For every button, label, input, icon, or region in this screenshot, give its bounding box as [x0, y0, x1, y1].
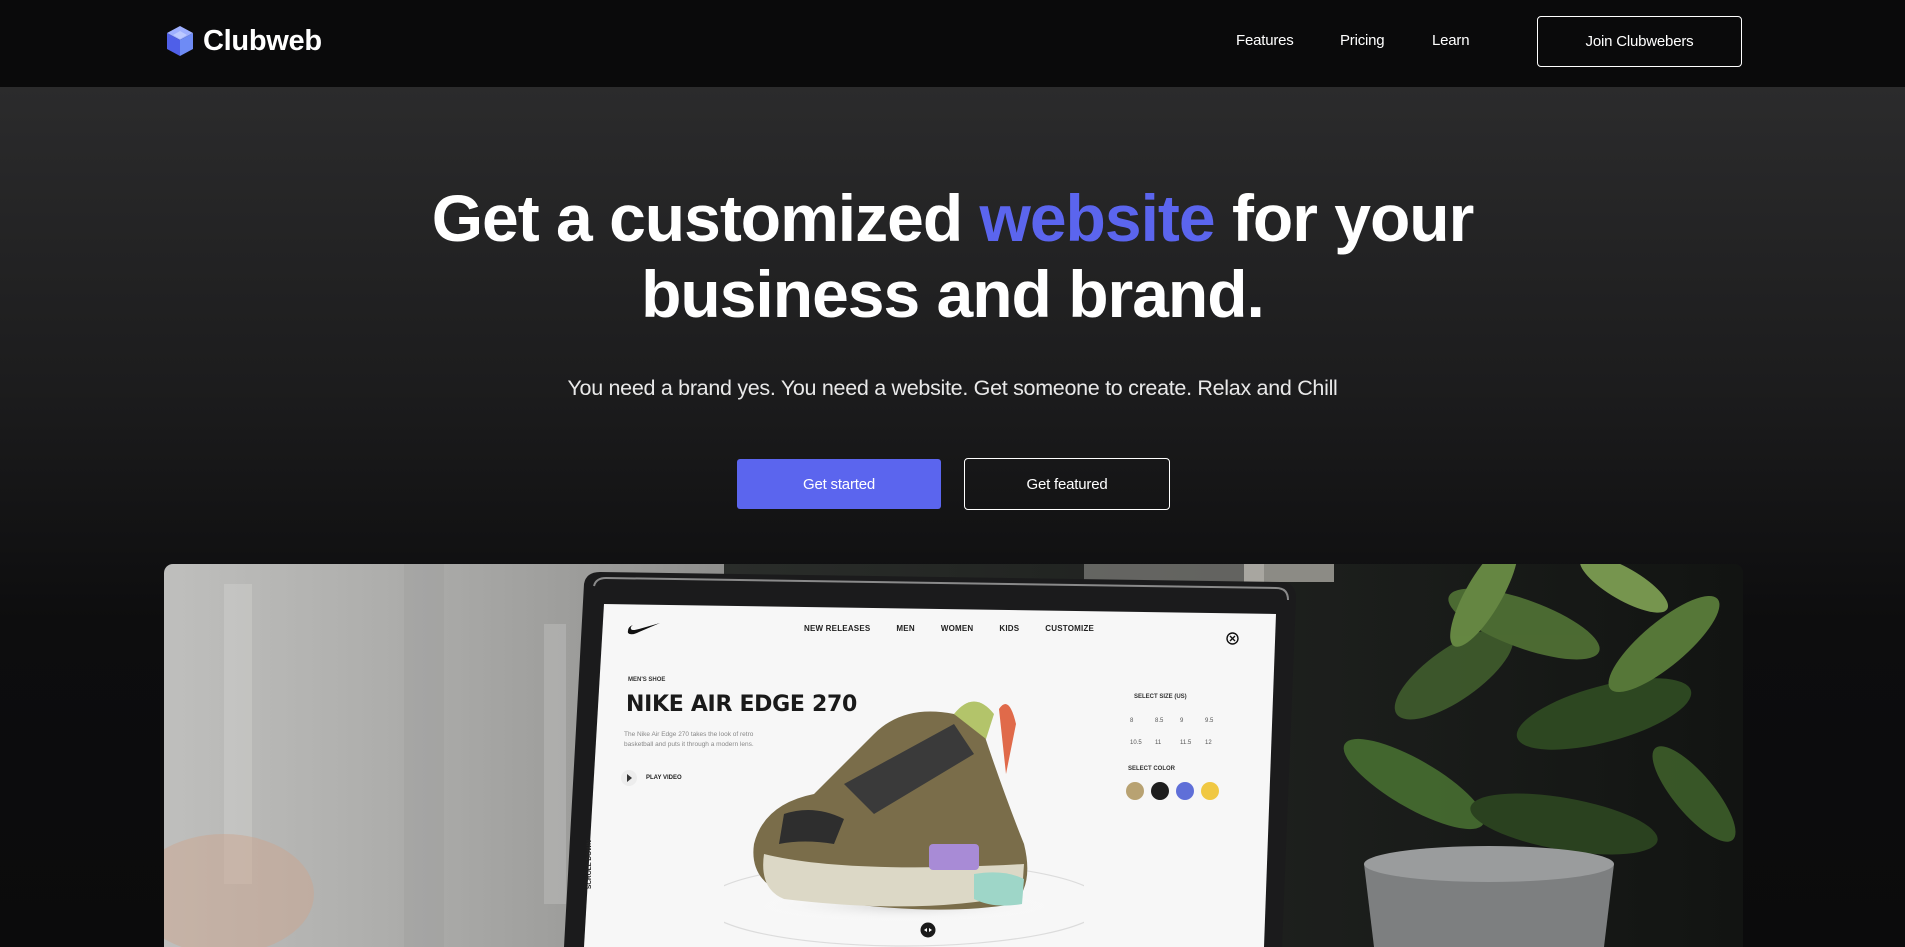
sneaker-product-image	[724, 701, 1084, 947]
hero-showcase-image: NEW RELEASES MEN WOMEN KIDS CUSTOMIZE ME…	[164, 564, 1743, 947]
size-option[interactable]: 8.5	[1155, 718, 1180, 724]
scroll-arrows-icon[interactable]	[920, 922, 936, 938]
hero-headline: Get a customized website for your busines…	[0, 180, 1905, 332]
headline-line-two: business and brand.	[641, 257, 1265, 331]
size-option[interactable]: 11	[1155, 740, 1180, 746]
shop-nav-kids[interactable]: KIDS	[999, 624, 1019, 633]
nav-link-pricing[interactable]: Pricing	[1340, 32, 1385, 49]
color-swatch[interactable]	[1176, 782, 1194, 800]
get-featured-button[interactable]: Get featured	[964, 458, 1170, 510]
top-navbar: Clubweb Features Pricing Learn Join Club…	[0, 0, 1905, 87]
hero-subtitle: You need a brand yes. You need a website…	[567, 376, 1338, 400]
get-started-button[interactable]: Get started	[737, 459, 941, 509]
size-selector-title: SELECT SIZE (US)	[1134, 694, 1187, 700]
product-category: MEN'S SHOE	[628, 677, 666, 683]
brand-name: Clubweb	[203, 24, 322, 57]
color-swatch[interactable]	[1126, 782, 1144, 800]
shop-nav-women[interactable]: WOMEN	[941, 624, 974, 633]
color-swatch[interactable]	[1201, 782, 1219, 800]
shop-nav-men[interactable]: MEN	[896, 624, 914, 633]
size-option[interactable]: 12	[1205, 740, 1230, 746]
color-swatches	[1126, 782, 1219, 800]
play-video-control[interactable]: PLAY VIDEO	[620, 769, 682, 787]
size-option[interactable]: 11.5	[1180, 740, 1205, 746]
color-swatch[interactable]	[1151, 782, 1169, 800]
laptop-screen: NEW RELEASES MEN WOMEN KIDS CUSTOMIZE ME…	[586, 604, 1264, 947]
shop-nav-new-releases[interactable]: NEW RELEASES	[804, 624, 870, 633]
shop-nav: NEW RELEASES MEN WOMEN KIDS CUSTOMIZE	[804, 624, 1094, 633]
size-option[interactable]: 9	[1180, 718, 1205, 724]
play-icon	[621, 770, 637, 786]
join-clubwebers-button[interactable]: Join Clubwebers	[1537, 16, 1742, 67]
size-option[interactable]: 8	[1130, 718, 1155, 724]
color-selector-title: SELECT COLOR	[1128, 766, 1176, 772]
nav-link-features[interactable]: Features	[1236, 32, 1294, 49]
size-option[interactable]: 10.5	[1130, 740, 1155, 746]
swoosh-logo-icon	[627, 623, 660, 635]
close-circle-icon[interactable]	[1226, 632, 1239, 645]
scroll-down-label: SCROLL DOWN	[586, 840, 593, 889]
cube-logo-icon	[167, 26, 193, 56]
shop-nav-customize[interactable]: CUSTOMIZE	[1045, 624, 1094, 633]
nav-link-learn[interactable]: Learn	[1432, 32, 1470, 49]
size-option[interactable]: 9.5	[1205, 718, 1230, 724]
brand-logo[interactable]: Clubweb	[165, 24, 322, 58]
headline-text-start: Get a customized	[431, 181, 980, 255]
size-grid: 8 8.5 9 9.5 10.5 11 11.5 12	[1130, 718, 1230, 746]
headline-accent-word: website	[979, 181, 1216, 255]
headline-text-end: for your	[1214, 181, 1474, 255]
play-video-label: PLAY VIDEO	[646, 775, 682, 781]
